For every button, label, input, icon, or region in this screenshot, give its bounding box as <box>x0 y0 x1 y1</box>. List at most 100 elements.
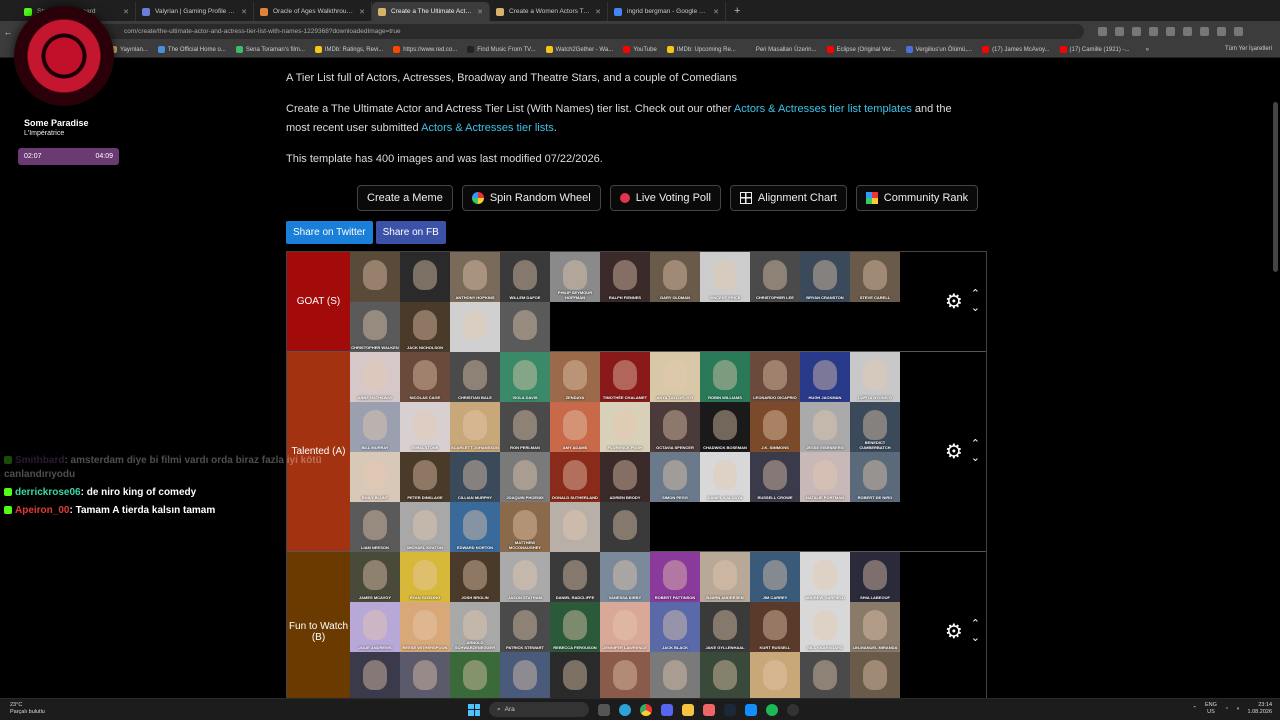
actor-card[interactable]: JACK BLACK <box>650 602 700 652</box>
explorer-icon[interactable] <box>682 703 694 716</box>
actor-card[interactable]: EMMA STONE <box>400 402 450 452</box>
bookmark-item[interactable]: Sena Toraman's film... <box>235 46 305 53</box>
bookmark-item[interactable]: Peri Masalları Üzerin... <box>745 46 817 53</box>
alignment-chart-button[interactable]: Alignment Chart <box>729 185 847 211</box>
actor-card[interactable] <box>850 652 900 698</box>
actor-card[interactable] <box>750 652 800 698</box>
actor-card[interactable]: RALPH FIENNES <box>600 252 650 302</box>
actor-card[interactable]: DONALD SUTHERLAND <box>550 452 600 502</box>
actor-card[interactable]: ANTHONY HOPKINS <box>450 252 500 302</box>
extensions-icon[interactable] <box>1166 27 1175 36</box>
actor-card[interactable]: OCTAVIA SPENCER <box>650 402 700 452</box>
bookmark-item[interactable]: The Official Home o... <box>157 46 226 53</box>
browser-tab[interactable]: Create a Women Actors Tier Lis ✕ <box>490 2 608 21</box>
share-twitter-button[interactable]: Share on Twitter <box>286 221 373 244</box>
star-icon[interactable] <box>1132 27 1141 36</box>
edge-icon[interactable] <box>619 703 631 716</box>
actor-card[interactable]: J.K. SIMMONS <box>750 402 800 452</box>
browser-tab[interactable]: Create a The Ultimate Actor an ✕ <box>372 2 490 21</box>
browser-tab[interactable]: Oracle of Ages Walkthrough - ✕ <box>254 2 372 21</box>
live-poll-button[interactable]: Live Voting Poll <box>609 185 721 211</box>
actor-card[interactable]: BJØRN ANDRÉSEN <box>700 552 750 602</box>
new-tab-button[interactable]: + <box>726 2 748 21</box>
obs-icon[interactable] <box>787 703 799 716</box>
menu-icon[interactable] <box>1234 27 1243 36</box>
gear-icon[interactable]: ⚙ <box>945 292 963 312</box>
actor-card[interactable]: RON PERLMAN <box>500 402 550 452</box>
actor-card[interactable]: ROBIN WILLIAMS <box>700 352 750 402</box>
actor-card[interactable] <box>650 652 700 698</box>
tab-close-icon[interactable]: ✕ <box>713 8 719 16</box>
download-icon[interactable] <box>1200 27 1209 36</box>
steam-icon[interactable] <box>724 703 736 716</box>
clock[interactable]: 23:14 1.08.2026 <box>1248 702 1272 716</box>
actor-card[interactable]: CHRISTIAN BALE <box>450 352 500 402</box>
spotify-icon[interactable] <box>766 703 778 716</box>
bookmark-item[interactable]: Find Music From TV... <box>467 46 536 53</box>
gear-icon[interactable]: ⚙ <box>945 442 963 462</box>
chevron-down-icon[interactable]: ⌄ <box>971 633 980 644</box>
tab-close-icon[interactable]: ✕ <box>359 8 365 16</box>
profile-icon[interactable] <box>1217 27 1226 36</box>
browser-tab[interactable]: ingrid bergman - Google Search ✕ <box>608 2 726 21</box>
actor-card[interactable]: VANESSA KIRBY <box>600 552 650 602</box>
actor-card[interactable]: MICHAEL KEATON <box>400 502 450 552</box>
chevron-down-icon[interactable]: ⌄ <box>971 453 980 464</box>
tab-close-icon[interactable]: ✕ <box>595 8 601 16</box>
actor-card[interactable]: JAKE GYLLENHAAL <box>700 602 750 652</box>
windows-start-icon[interactable] <box>468 703 480 716</box>
network-icon[interactable]: ◔ <box>1225 706 1228 712</box>
actor-card[interactable]: CILLIAN MURPHY <box>450 452 500 502</box>
actor-card[interactable] <box>550 502 600 552</box>
actor-card[interactable] <box>400 252 450 302</box>
actor-card[interactable]: KURT RUSSELL <box>750 602 800 652</box>
actor-card[interactable]: CHRISTOPHER WALKEN <box>350 302 400 352</box>
weather-widget[interactable]: 23°C Parçalı bulutlu <box>10 702 45 716</box>
tray-chevron-icon[interactable]: ⌃ <box>1192 706 1197 712</box>
actor-card[interactable]: STEVE CARELL <box>850 252 900 302</box>
chevron-up-icon[interactable]: ⌃ <box>971 619 980 630</box>
actor-card[interactable] <box>600 652 650 698</box>
actor-card[interactable] <box>350 652 400 698</box>
actor-card[interactable]: PETER DINKLAGE <box>400 452 450 502</box>
chevron-up-icon[interactable]: ⌃ <box>971 439 980 450</box>
actor-card[interactable] <box>600 502 650 552</box>
sidebar-icon[interactable] <box>1183 27 1192 36</box>
community-rank-button[interactable]: Community Rank <box>855 185 979 211</box>
actor-card[interactable]: BRYAN CRANSTON <box>800 252 850 302</box>
actor-card[interactable]: NICOLAS CAGE <box>400 352 450 402</box>
actor-card[interactable]: JENNIFER LAWRENCE <box>600 602 650 652</box>
share-fb-button[interactable]: Share on FB <box>375 221 446 244</box>
actor-card[interactable]: REESE WITHERSPOON <box>400 602 450 652</box>
lang-indicator[interactable]: ENG US <box>1205 702 1217 716</box>
chevron-up-icon[interactable]: ⌃ <box>971 289 980 300</box>
bookmark-item[interactable]: IMDb: Upcoming Re... <box>666 46 736 53</box>
actor-card[interactable]: MATTHEW MCCONAUGHEY <box>500 502 550 552</box>
media-player-icon[interactable] <box>703 703 715 716</box>
actor-card[interactable]: BILL SKARSGÅRD <box>800 602 850 652</box>
chrome-icon[interactable] <box>640 703 652 716</box>
create-meme-button[interactable]: Create a Meme <box>357 185 453 211</box>
task-view-icon[interactable] <box>598 703 610 716</box>
actor-card[interactable]: LUPITA NYONG'O <box>850 352 900 402</box>
tier-label[interactable]: GOAT (S) <box>287 252 350 351</box>
actor-card[interactable] <box>450 652 500 698</box>
spin-wheel-button[interactable]: Spin Random Wheel <box>461 185 601 211</box>
actor-card[interactable]: VIOLA DAVIS <box>500 352 550 402</box>
actor-card[interactable]: ANNE HATHAWAY <box>350 352 400 402</box>
volume-icon[interactable]: ◖ <box>1236 706 1239 712</box>
gear-icon[interactable]: ⚙ <box>945 622 963 642</box>
actor-card[interactable]: LIN-MANUEL MIRANDA <box>850 602 900 652</box>
all-bookmarks[interactable]: Tüm Yer İşaretleri <box>1225 46 1272 52</box>
actor-card[interactable] <box>800 652 850 698</box>
bookmark-item[interactable]: (17) James McAvoy... <box>982 46 1050 53</box>
actor-card[interactable] <box>450 302 500 352</box>
actor-card[interactable]: PHILIP SEYMOUR HOFFMAN <box>550 252 600 302</box>
actor-card[interactable]: SIMON PEGG <box>650 452 700 502</box>
actor-card[interactable]: EMILY BLUNT <box>350 452 400 502</box>
actor-card[interactable]: ROBERT DE NIRO <box>850 452 900 502</box>
actor-card[interactable]: ARNOLD SCHWARZENEGGER <box>450 602 500 652</box>
cast-icon[interactable] <box>1149 27 1158 36</box>
actor-card[interactable]: GARY OLDMAN <box>650 252 700 302</box>
actor-card[interactable]: LEONARDO DICAPRIO <box>750 352 800 402</box>
